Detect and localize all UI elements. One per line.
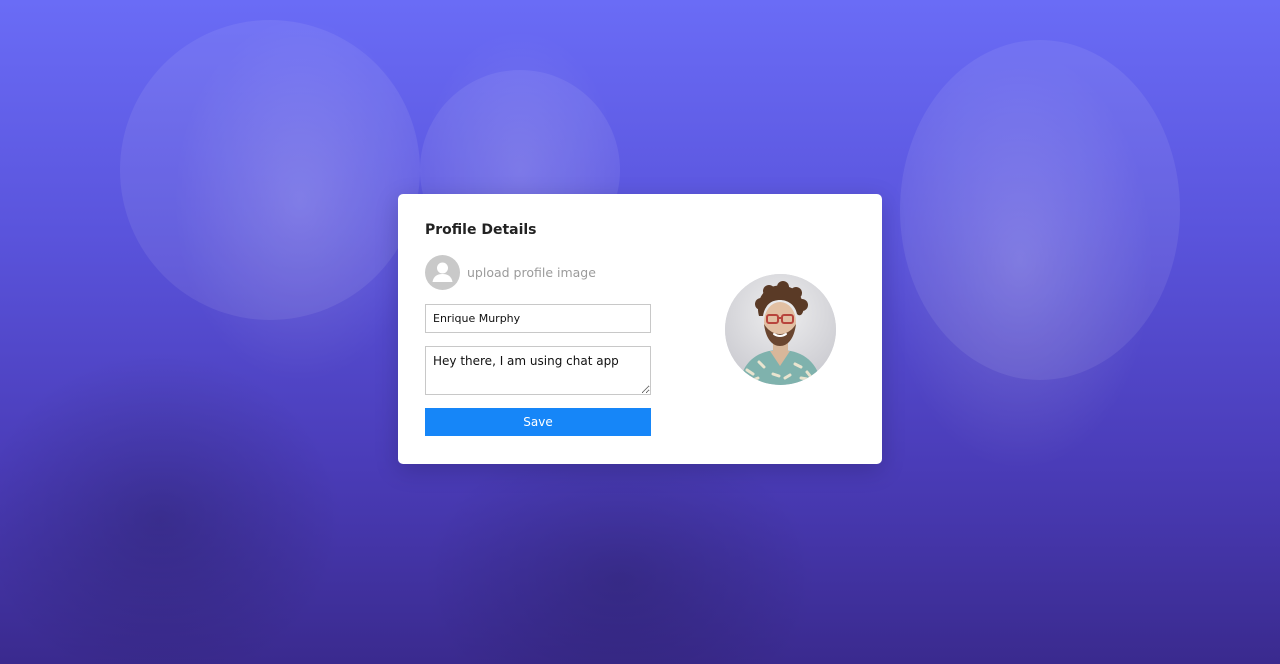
profile-photo	[725, 274, 836, 385]
user-placeholder-icon[interactable]	[425, 255, 460, 290]
profile-photo-illustration	[725, 274, 836, 385]
profile-details-card: Profile Details upload profile image Hey…	[398, 194, 882, 464]
page-title: Profile Details	[425, 222, 537, 238]
save-button[interactable]: Save	[425, 408, 651, 436]
background-person-left	[120, 20, 420, 320]
name-input[interactable]	[425, 304, 651, 333]
upload-profile-image-link[interactable]: upload profile image	[467, 265, 596, 280]
user-silhouette-icon	[432, 262, 453, 282]
upload-profile-image-row[interactable]: upload profile image	[425, 255, 596, 290]
background-person-right	[900, 40, 1180, 380]
status-textarea[interactable]: Hey there, I am using chat app	[425, 346, 651, 395]
